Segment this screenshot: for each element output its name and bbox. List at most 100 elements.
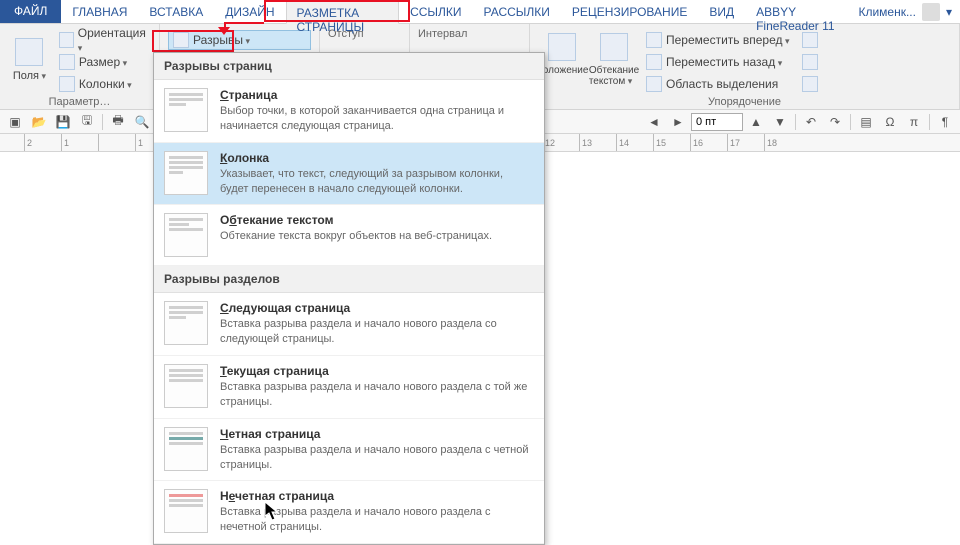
separator: [850, 114, 851, 130]
menu-desc: Вставка разрыва раздела и начало нового …: [220, 505, 534, 535]
breaks-button[interactable]: Разрывы: [168, 30, 311, 50]
tab-design[interactable]: ДИЗАЙН: [214, 0, 285, 23]
align-button[interactable]: [798, 30, 822, 50]
tab-home[interactable]: ГЛАВНАЯ: [61, 0, 138, 23]
menu-item-odd-page[interactable]: Нечетная страница Вставка разрыва раздел…: [154, 481, 544, 544]
orientation-icon: [59, 32, 74, 48]
qat-next-icon[interactable]: ►: [667, 112, 689, 132]
tab-insert[interactable]: ВСТАВКА: [138, 0, 214, 23]
menu-item-even-page[interactable]: Четная страница Вставка разрыва раздела …: [154, 419, 544, 482]
bring-forward-icon: [646, 32, 662, 48]
separator: [102, 114, 103, 130]
menu-desc: Указывает, что текст, следующий за разры…: [220, 167, 534, 197]
menu-item-continuous[interactable]: Текущая страница Вставка разрыва раздела…: [154, 356, 544, 419]
menu-title: Текущая страница: [220, 364, 534, 378]
menu-item-text-wrap-break[interactable]: Обтекание текстом Обтекание текста вокру…: [154, 205, 544, 266]
separator: [795, 114, 796, 130]
odd-page-thumb: [164, 489, 208, 533]
qat-saveas-icon[interactable]: 🖫: [76, 112, 98, 132]
ruler-mark: 2: [24, 134, 61, 151]
menu-title: Следующая страница: [220, 301, 534, 315]
page-setup-group-label: Параметр…: [8, 94, 151, 108]
user-area[interactable]: Клименк... ▾: [850, 0, 960, 23]
menu-item-next-page[interactable]: Следующая страница Вставка разрыва разде…: [154, 293, 544, 356]
ruler-mark: 16: [690, 134, 727, 151]
selection-pane-icon: [646, 76, 662, 92]
wrap-text-icon: [600, 33, 628, 61]
qat-pi-icon[interactable]: π: [903, 112, 925, 132]
ruler-mark: 1: [61, 134, 98, 151]
chevron-down-icon: ▾: [946, 5, 952, 19]
rotate-button[interactable]: [798, 74, 822, 94]
tab-strip: ФАЙЛ ГЛАВНАЯ ВСТАВКА ДИЗАЙН РАЗМЕТКА СТР…: [0, 0, 960, 24]
section-header-page-breaks: Разрывы страниц: [154, 53, 544, 80]
position-button[interactable]: Положение: [538, 28, 586, 92]
send-backward-button[interactable]: Переместить назад: [642, 52, 794, 72]
margins-button[interactable]: Поля: [8, 28, 51, 92]
ruler-mark: 17: [727, 134, 764, 151]
tab-review[interactable]: РЕЦЕНЗИРОВАНИЕ: [561, 0, 698, 23]
menu-desc: Вставка разрыва раздела и начало нового …: [220, 443, 534, 473]
tab-abbyy[interactable]: ABBYY FineReader 11: [745, 0, 850, 23]
bring-forward-button[interactable]: Переместить вперед: [642, 30, 794, 50]
selection-pane-button[interactable]: Область выделения: [642, 74, 794, 94]
menu-title: Четная страница: [220, 427, 534, 441]
menu-desc: Выбор точки, в которой заканчивается одн…: [220, 104, 534, 134]
even-page-thumb: [164, 427, 208, 471]
qat-up-icon[interactable]: ▲: [745, 112, 767, 132]
continuous-thumb: [164, 364, 208, 408]
margins-label: Поля: [13, 70, 46, 82]
position-icon: [548, 33, 576, 61]
menu-title: Страница: [220, 88, 534, 102]
text-wrap-thumb: [164, 213, 208, 257]
group-icon: [802, 54, 818, 70]
tab-references[interactable]: ССЫЛКИ: [399, 0, 472, 23]
qat-print-icon[interactable]: 🖶: [107, 112, 129, 132]
qat-down-icon[interactable]: ▼: [769, 112, 791, 132]
rotate-icon: [802, 76, 818, 92]
breaks-icon: [173, 32, 189, 48]
ruler-mark: 14: [616, 134, 653, 151]
qat-pilcrow-icon[interactable]: ¶: [934, 112, 956, 132]
qat-omega-icon[interactable]: Ω: [879, 112, 901, 132]
qat-undo-icon[interactable]: ↶: [800, 112, 822, 132]
qat-preview-icon[interactable]: 🔍: [131, 112, 153, 132]
qat-new-icon[interactable]: ▣: [4, 112, 26, 132]
columns-button[interactable]: Колонки: [55, 74, 151, 94]
user-name: Клименк...: [858, 5, 916, 19]
spacing-input[interactable]: [691, 113, 743, 131]
column-break-thumb: [164, 151, 208, 195]
menu-title: Нечетная страница: [220, 489, 534, 503]
menu-item-page-break[interactable]: Страница Выбор точки, в которой заканчив…: [154, 80, 544, 143]
tab-file[interactable]: ФАЙЛ: [0, 0, 61, 23]
align-icon: [802, 32, 818, 48]
menu-desc: Вставка разрыва раздела и начало нового …: [220, 317, 534, 347]
breaks-dropdown: Разрывы страниц Страница Выбор точки, в …: [153, 52, 545, 545]
separator: [929, 114, 930, 130]
wrap-text-button[interactable]: Обтекание текстом: [590, 28, 638, 92]
send-backward-icon: [646, 54, 662, 70]
menu-item-column-break[interactable]: Колонка Указывает, что текст, следующий …: [154, 143, 544, 206]
tab-mailings[interactable]: РАССЫЛКИ: [473, 0, 561, 23]
ruler-mark: 12: [542, 134, 579, 151]
menu-title: Обтекание текстом: [220, 213, 534, 227]
margins-icon: [15, 38, 43, 66]
ruler-mark: 18: [764, 134, 801, 151]
tab-view[interactable]: ВИД: [698, 0, 745, 23]
spacing-header: Интервал: [418, 28, 521, 40]
qat-save-icon[interactable]: 💾: [52, 112, 74, 132]
group-button[interactable]: [798, 52, 822, 72]
qat-prev-icon[interactable]: ◄: [643, 112, 665, 132]
qat-redo-icon[interactable]: ↷: [824, 112, 846, 132]
size-icon: [59, 54, 75, 70]
tab-page-layout[interactable]: РАЗМЕТКА СТРАНИЦЫ: [286, 1, 400, 24]
menu-desc: Вставка разрыва раздела и начало нового …: [220, 380, 534, 410]
qat-book-icon[interactable]: ▤: [855, 112, 877, 132]
size-button[interactable]: Размер: [55, 52, 151, 72]
qat-open-icon[interactable]: 📂: [28, 112, 50, 132]
orientation-button[interactable]: Ориентация: [55, 30, 151, 50]
columns-icon: [59, 76, 75, 92]
menu-title: Колонка: [220, 151, 534, 165]
next-page-thumb: [164, 301, 208, 345]
avatar: [922, 3, 940, 21]
